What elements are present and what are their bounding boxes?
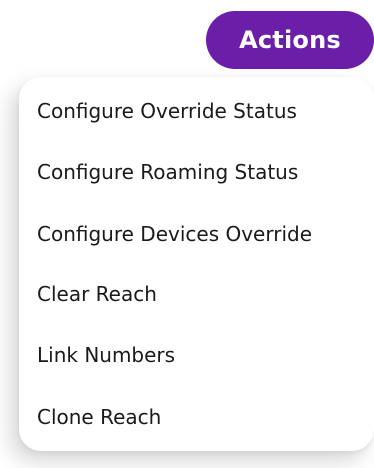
menu-item-configure-override-status[interactable]: Configure Override Status (37, 91, 297, 131)
menu-item-clear-reach[interactable]: Clear Reach (37, 274, 157, 314)
menu-item-clone-reach[interactable]: Clone Reach (37, 397, 161, 437)
actions-button[interactable]: Actions (206, 11, 374, 69)
menu-item-configure-devices-override[interactable]: Configure Devices Override (37, 214, 312, 254)
menu-item-configure-roaming-status[interactable]: Configure Roaming Status (37, 152, 298, 192)
menu-item-link-numbers[interactable]: Link Numbers (37, 335, 175, 375)
actions-dropdown-menu: Configure Override Status Configure Roam… (19, 77, 374, 451)
